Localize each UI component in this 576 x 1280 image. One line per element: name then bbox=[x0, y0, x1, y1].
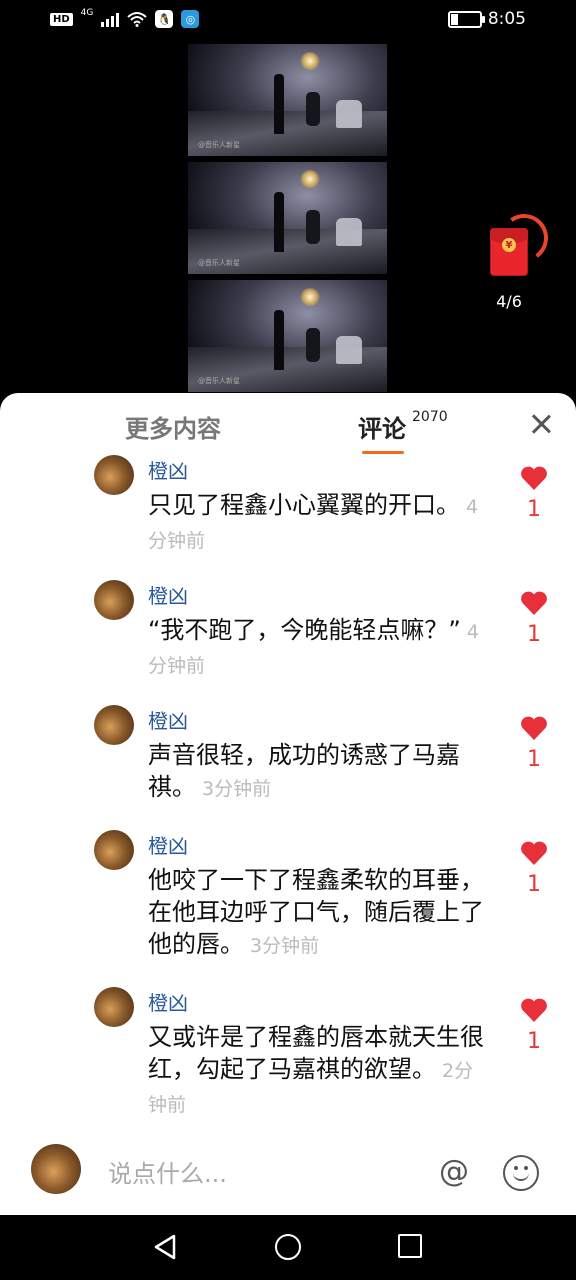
battery-icon bbox=[447, 10, 485, 28]
heart-icon[interactable] bbox=[520, 465, 548, 491]
like-count: 1 bbox=[527, 622, 541, 647]
coin-icon: ¥ bbox=[502, 238, 516, 252]
video-watermark: @音乐人新星 bbox=[198, 259, 240, 267]
comment-sheet: 更多内容 评论 2070 橙凶 只见了程鑫小心翼翼的开口。 4分钟前 1 橙凶 “… bbox=[0, 393, 576, 1215]
comment-username[interactable]: 橙凶 bbox=[148, 455, 188, 484]
comment-username[interactable]: 橙凶 bbox=[148, 705, 188, 734]
heart-icon[interactable] bbox=[520, 590, 548, 616]
avatar[interactable] bbox=[94, 830, 134, 870]
video-frame: @音乐人新星 bbox=[188, 44, 387, 156]
like-count: 1 bbox=[527, 497, 541, 522]
comment-username[interactable]: 橙凶 bbox=[148, 987, 188, 1016]
red-packet-button[interactable]: ¥ bbox=[484, 210, 552, 278]
qq-icon: 🐧 bbox=[155, 10, 174, 28]
heart-icon[interactable] bbox=[520, 715, 548, 741]
like-count: 1 bbox=[527, 747, 541, 772]
home-icon[interactable] bbox=[275, 1234, 301, 1260]
network-type: 4G bbox=[80, 8, 94, 18]
status-bar: HD 4G 🐧 ◎ 8:05 bbox=[0, 0, 576, 44]
video-frame: @音乐人新星 bbox=[188, 162, 387, 274]
comment-count: 2070 bbox=[412, 409, 448, 425]
avatar[interactable] bbox=[94, 705, 134, 745]
video-watermark: @音乐人新星 bbox=[198, 377, 240, 385]
at-mention-icon[interactable]: @ bbox=[436, 1154, 472, 1190]
heart-icon[interactable] bbox=[520, 840, 548, 866]
avatar[interactable] bbox=[94, 987, 134, 1027]
comment-input[interactable]: 说点什么... bbox=[108, 1154, 227, 1189]
browser-icon: ◎ bbox=[181, 10, 200, 28]
recent-apps-icon[interactable] bbox=[398, 1234, 422, 1258]
comment-time: 3分钟前 bbox=[202, 778, 272, 800]
comment-text[interactable]: 只见了程鑫小心翼翼的开口。 4分钟前 bbox=[148, 489, 488, 557]
like-count: 1 bbox=[527, 1029, 541, 1054]
avatar[interactable] bbox=[94, 580, 134, 620]
comment-text[interactable]: 他咬了一下了程鑫柔软的耳垂，在他耳边呼了口气，随后覆上了他的唇。 3分钟前 bbox=[148, 864, 488, 962]
wifi-icon bbox=[127, 12, 148, 27]
video-frame: @音乐人新星 bbox=[188, 280, 387, 392]
comment-text[interactable]: “我不跑了，今晚能轻点嘛？” 4分钟前 bbox=[148, 614, 488, 682]
emoji-icon[interactable] bbox=[503, 1155, 539, 1191]
tab-more-content[interactable]: 更多内容 bbox=[125, 409, 221, 444]
back-icon[interactable] bbox=[152, 1233, 178, 1261]
comment-text[interactable]: 又或许是了程鑫的唇本就天生很红，勾起了马嘉祺的欲望。 2分钟前 bbox=[148, 1021, 488, 1121]
avatar[interactable] bbox=[31, 1144, 81, 1194]
tab-comments[interactable]: 评论 bbox=[358, 409, 406, 444]
avatar[interactable] bbox=[94, 455, 134, 495]
close-icon[interactable] bbox=[526, 409, 556, 439]
system-nav-bar bbox=[0, 1215, 576, 1280]
comment-text[interactable]: 声音很轻，成功的诱惑了马嘉祺。 3分钟前 bbox=[148, 739, 488, 805]
signal-icon bbox=[101, 11, 120, 27]
hd-badge: HD bbox=[50, 12, 73, 26]
comment-time: 3分钟前 bbox=[250, 935, 320, 957]
comment-username[interactable]: 橙凶 bbox=[148, 580, 188, 609]
clock: 8:05 bbox=[487, 9, 526, 29]
like-count: 1 bbox=[527, 872, 541, 897]
tab-bar: 更多内容 评论 2070 bbox=[0, 393, 576, 454]
heart-icon[interactable] bbox=[520, 997, 548, 1023]
active-tab-indicator bbox=[362, 451, 404, 454]
video-preview[interactable]: @音乐人新星 @音乐人新星 @音乐人新星 bbox=[188, 44, 387, 398]
video-watermark: @音乐人新星 bbox=[198, 141, 240, 149]
red-packet-icon: ¥ bbox=[490, 228, 528, 276]
comment-username[interactable]: 橙凶 bbox=[148, 830, 188, 859]
comment-input-bar: 说点什么... @ bbox=[0, 1130, 576, 1215]
red-packet-count: 4/6 bbox=[496, 292, 522, 311]
